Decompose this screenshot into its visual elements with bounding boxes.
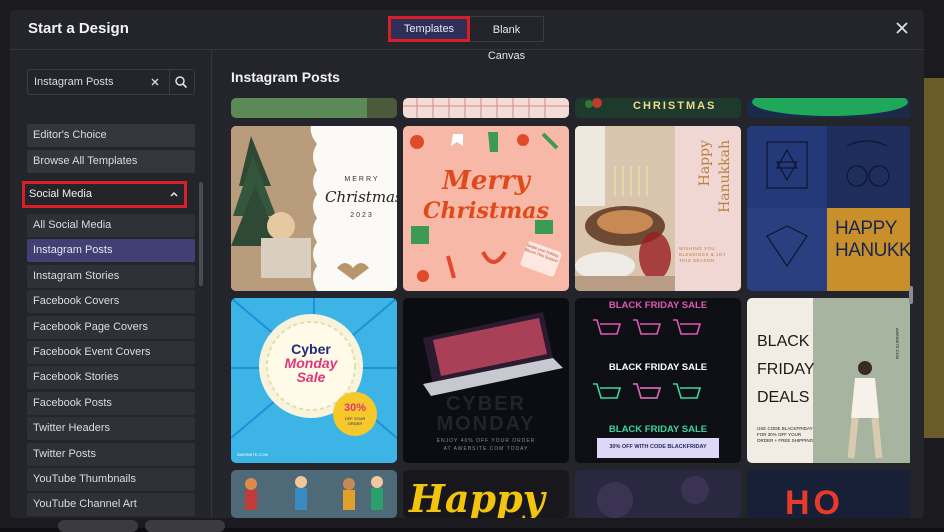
search-box — [27, 69, 195, 95]
template-card[interactable]: Happy Hanukkah WISHING YOU BLESSINGS & J… — [575, 126, 741, 291]
category-instagram-posts[interactable]: Instagram Posts — [27, 239, 195, 263]
template-text-line: HANUKKAH — [835, 240, 910, 261]
category-youtube-channel-art[interactable]: YouTube Channel Art — [27, 493, 195, 517]
category-facebook-page-covers[interactable]: Facebook Page Covers — [27, 315, 195, 339]
template-card[interactable] — [231, 470, 397, 518]
template-card[interactable]: CHRISTMAS — [575, 98, 741, 118]
gallery-title: Instagram Posts — [231, 69, 340, 85]
browse-all-templates-button[interactable]: Browse All Templates — [27, 150, 195, 173]
template-text: Happy — [697, 140, 713, 187]
social-media-section-header[interactable]: Social Media — [22, 181, 187, 208]
template-text: CHRISTMAS — [633, 100, 717, 112]
template-text-line: HAPPY — [835, 218, 897, 239]
category-list: All Social Media Instagram Posts Instagr… — [27, 214, 195, 518]
template-text-line: BLACK — [757, 333, 810, 350]
template-card[interactable] — [747, 98, 910, 118]
clear-search-icon[interactable] — [148, 75, 162, 89]
backdrop-pill — [145, 520, 225, 532]
chevron-up-icon — [169, 184, 179, 213]
category-twitter-headers[interactable]: Twitter Headers — [27, 417, 195, 441]
template-card[interactable]: Happy — [403, 470, 569, 518]
category-facebook-event-covers[interactable]: Facebook Event Covers — [27, 340, 195, 364]
template-card[interactable]: BLACK FRIDAY DEALS USE CODE BLACKFRIDAY … — [747, 298, 910, 463]
template-text-box: Happy Hanukkah — [697, 140, 741, 220]
category-all-social-media[interactable]: All Social Media — [27, 214, 195, 237]
template-text: Happy — [409, 476, 545, 518]
category-facebook-stories[interactable]: Facebook Stories — [27, 366, 195, 390]
tab-group: Templates Blank Canvas — [388, 16, 544, 62]
template-text: Christmas — [325, 188, 397, 206]
template-card[interactable] — [403, 98, 569, 118]
close-icon[interactable] — [894, 20, 910, 36]
template-text: AT AWEBSITE.COM TODAY — [443, 446, 529, 452]
template-card[interactable]: HAPPY HANUKKAH — [747, 126, 910, 291]
category-instagram-stories[interactable]: Instagram Stories — [27, 264, 195, 288]
category-facebook-covers[interactable]: Facebook Covers — [27, 290, 195, 314]
tab-blank-canvas[interactable]: Blank Canvas — [470, 16, 544, 62]
template-text: 30% — [343, 402, 367, 414]
template-grid: CHRISTMAS MERRY Christmas 2023 Merry Chr… — [230, 98, 910, 518]
template-text: MERRY — [344, 176, 380, 183]
template-text: 30% OFF WITH CODE BLACKFRIDAY — [609, 444, 707, 450]
template-text-line: Cyber — [291, 341, 331, 357]
search-icon[interactable] — [174, 75, 188, 89]
template-text: Cyber Monday Sale — [271, 342, 351, 384]
template-text: Merry — [442, 166, 530, 196]
template-card[interactable]: MERRY Christmas 2023 — [231, 126, 397, 291]
template-text-line: CYBER — [445, 393, 526, 415]
template-text-line: Monday — [284, 355, 338, 371]
template-text-line: DEALS — [757, 389, 810, 406]
sidebar: Editor's Choice Browse All Templates Soc… — [10, 50, 212, 518]
gallery-scrollbar[interactable] — [909, 286, 913, 304]
search-input[interactable] — [34, 70, 144, 94]
tab-templates[interactable]: Templates — [388, 16, 470, 42]
template-text: AWEBSITE.COM — [895, 328, 900, 359]
template-text: BLACK FRIDAY SALE — [608, 300, 708, 311]
template-card[interactable]: CYBER MONDAY ENJOY 40% OFF YOUR ORDER AT… — [403, 298, 569, 463]
template-card[interactable]: Cyber Monday Sale 30% OFF YOUR ORDER AWE… — [231, 298, 397, 463]
template-card[interactable]: HO — [747, 470, 910, 518]
category-youtube-thumbnails[interactable]: YouTube Thumbnails — [27, 467, 195, 491]
template-card[interactable] — [231, 98, 397, 118]
template-text-line: Sale — [296, 369, 326, 385]
template-text: AWEBSITE.COM — [237, 452, 268, 457]
template-text: BLACK FRIDAY SALE — [608, 424, 708, 435]
template-text-line: FRIDAY — [757, 361, 815, 378]
template-card[interactable]: BLACK FRIDAY SALE BLACK FRIDAY SALE BLAC… — [575, 298, 741, 463]
template-gallery: Instagram Posts CHRISTMAS MERRY Christma… — [213, 50, 924, 518]
sidebar-scrollbar[interactable] — [199, 182, 203, 286]
template-text: HO — [785, 484, 844, 518]
template-card[interactable] — [575, 470, 741, 518]
template-text: HAPPY HANUKKAH — [835, 218, 910, 262]
template-text: WISHING YOU BLESSINGS & JOY THIS SEASON — [679, 246, 727, 263]
start-design-modal: Start a Design Templates Blank Canvas Ed… — [10, 10, 924, 518]
template-text: Christmas — [423, 198, 549, 224]
template-text: Hanukkah — [717, 140, 733, 213]
editors-choice-button[interactable]: Editor's Choice — [27, 124, 195, 147]
category-facebook-posts[interactable]: Facebook Posts — [27, 391, 195, 415]
template-text: CYBER MONDAY — [413, 394, 559, 434]
modal-title: Start a Design — [28, 20, 129, 37]
template-text: ENJOY 40% OFF YOUR ORDER — [436, 438, 536, 444]
template-text: BLACK FRIDAY SALE — [608, 362, 708, 373]
category-twitter-posts[interactable]: Twitter Posts — [27, 442, 195, 466]
template-text: 2023 — [350, 212, 374, 219]
modal-header: Start a Design Templates Blank Canvas — [10, 10, 924, 62]
section-label: Social Media — [29, 188, 92, 200]
backdrop-pill — [58, 520, 138, 532]
template-text: OFF YOUR ORDER — [344, 416, 366, 426]
template-text: USE CODE BLACKFRIDAY FOR 30% OFF YOUR OR… — [757, 426, 814, 443]
template-text: BLACK FRIDAY DEALS — [757, 328, 817, 412]
template-card[interactable]: Merry Christmas Swipe your holiday Bloom… — [403, 126, 569, 291]
search-divider — [169, 70, 170, 94]
template-text-line: MONDAY — [436, 413, 536, 435]
